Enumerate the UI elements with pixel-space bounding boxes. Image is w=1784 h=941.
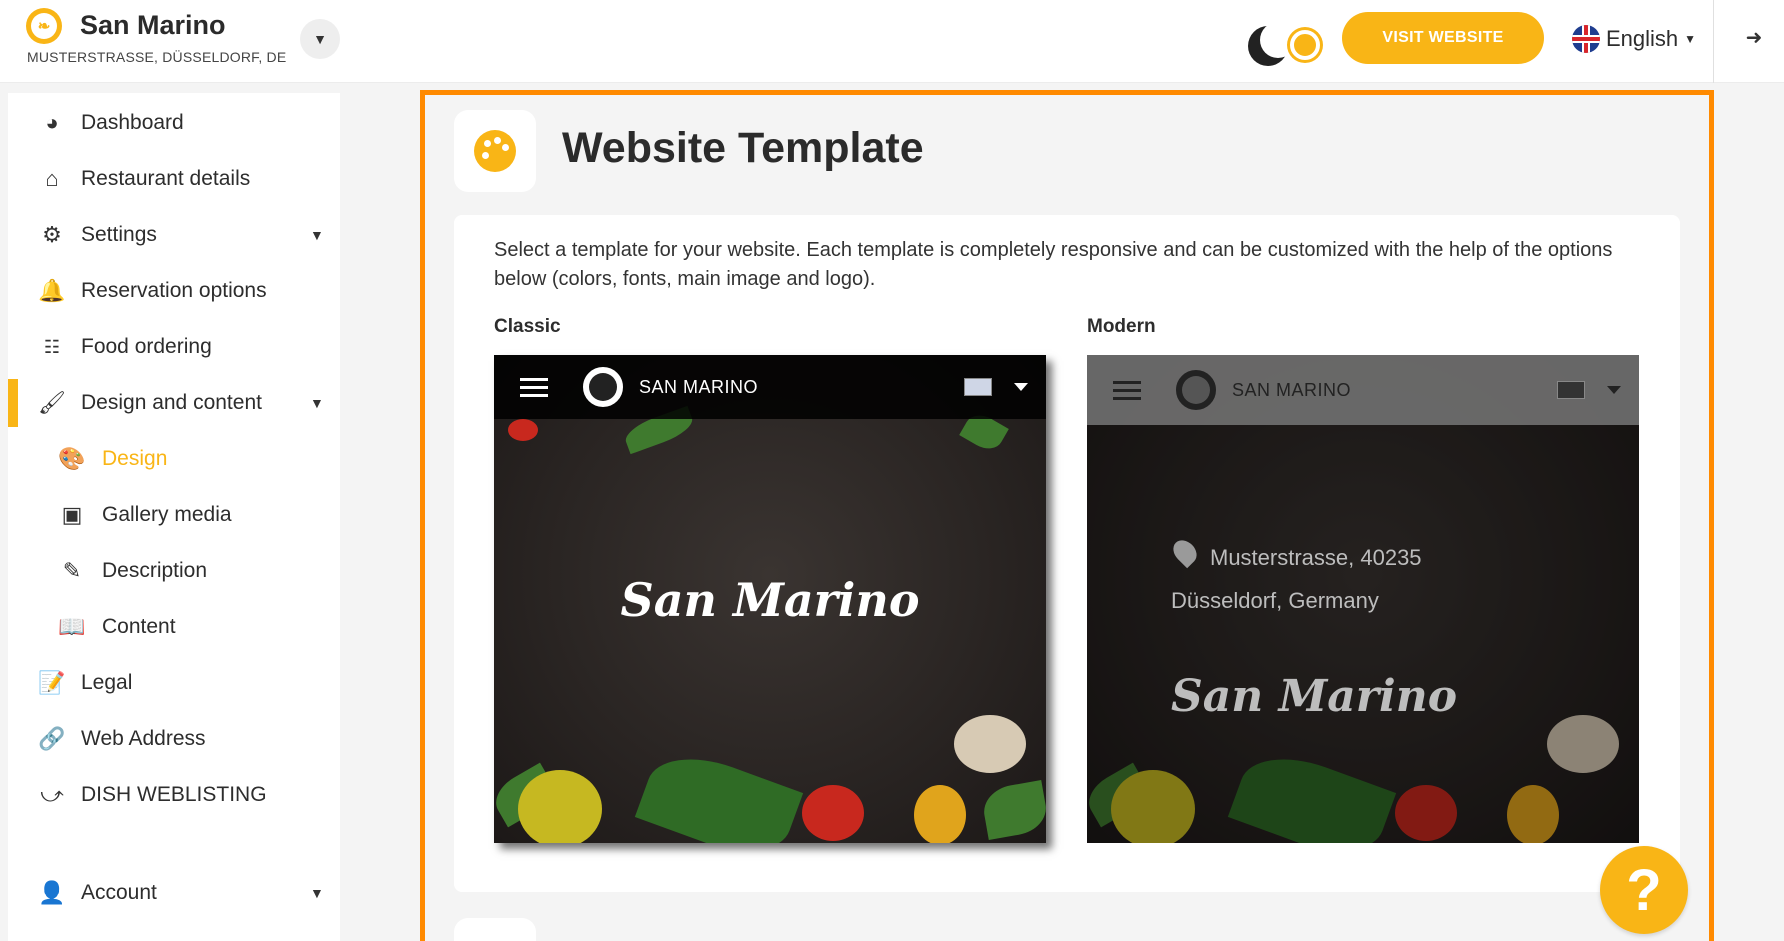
sidebar-item-label: Description (102, 559, 208, 582)
sidebar-item-reservation-options[interactable]: 🔔 Reservation options (8, 267, 340, 315)
sidebar-item-description[interactable]: ✎ Description (8, 547, 340, 595)
uk-flag-icon (964, 378, 992, 396)
sidebar-item-label: Legal (81, 671, 133, 694)
speedometer-icon: ◕ (45, 110, 59, 135)
restaurant-address: MUSTERSTRASSE, DÜSSELDORF, DE (27, 49, 287, 65)
hamburger-icon (1113, 376, 1141, 405)
sidebar-item-gallery-media[interactable]: ▣ Gallery media (8, 491, 340, 539)
moon-icon (1248, 22, 1296, 66)
logout-button[interactable]: ➜ (1734, 22, 1774, 52)
chevron-down-icon: ▼ (310, 885, 324, 901)
sidebar-item-design[interactable]: 🎨 Design (8, 435, 340, 483)
user-icon: 👤 (38, 880, 66, 905)
link-icon: 🔗 (38, 726, 66, 751)
top-bar: ❧ San Marino MUSTERSTRASSE, DÜSSELDORF, … (0, 0, 1784, 83)
restaurant-switcher-button[interactable]: ▼ (300, 19, 340, 59)
restaurant-logo-icon (1176, 370, 1216, 410)
template-label-classic: Classic (494, 316, 561, 337)
template-preview-modern[interactable]: SAN MARINO Musterstrasse, 40235 Düsseldo… (1087, 355, 1639, 843)
chevron-down-icon: ▼ (1684, 32, 1697, 46)
pepper (518, 770, 602, 843)
language-selector[interactable]: English ▼ (1572, 24, 1696, 54)
brush-icon: 🖌 (38, 390, 66, 415)
sidebar-item-dashboard[interactable]: ◕ Dashboard (8, 99, 340, 147)
preview-address-line2: Düsseldorf, Germany (1171, 588, 1379, 613)
caret-down-icon (1014, 383, 1028, 391)
preview-navbar: SAN MARINO (1087, 355, 1639, 425)
preview-hero-title: San Marino (620, 573, 920, 627)
sidebar: ◕ Dashboard ⌂ Restaurant details ⚙ Setti… (8, 93, 340, 941)
sidebar-item-food-ordering[interactable]: ☷ Food ordering (8, 323, 340, 371)
sidebar-item-label: Account (81, 881, 157, 904)
next-section-icon (454, 918, 536, 941)
sidebar-item-restaurant-details[interactable]: ⌂ Restaurant details (8, 155, 340, 203)
template-label-modern: Modern (1087, 316, 1156, 337)
preview-brand: SAN MARINO (639, 376, 759, 397)
bell-icon: 🔔 (38, 278, 66, 303)
uk-flag-icon (1557, 381, 1585, 399)
sidebar-item-dish-weblisting[interactable]: ⤻ DISH WEBLISTING (8, 771, 340, 819)
caret-down-icon (1607, 386, 1621, 394)
preview-brand: SAN MARINO (1232, 379, 1352, 400)
sidebar-item-label: Reservation options (81, 279, 267, 302)
section-icon (454, 110, 536, 192)
preview-dim-overlay (1087, 425, 1639, 843)
document-edit-icon: 📝 (38, 670, 66, 695)
mushroom (954, 715, 1026, 773)
sidebar-item-label: Dashboard (81, 111, 184, 134)
restaurant-name: San Marino (80, 10, 226, 40)
help-button[interactable]: ? (1600, 846, 1688, 934)
page-title: Website Template (562, 124, 924, 172)
restaurant-logo-icon: ❧ (26, 8, 62, 44)
sidebar-item-design-and-content[interactable]: 🖌 Design and content ▼ (8, 379, 340, 427)
palette-icon: 🎨 (58, 446, 86, 471)
intro-text: Select a template for your website. Each… (494, 239, 1613, 290)
food-ordering-icon: ☷ (43, 336, 61, 357)
sidebar-item-label: Design and content (81, 391, 262, 414)
sun-icon (1290, 30, 1320, 60)
pen-icon: ✎ (62, 558, 82, 583)
preview-address-line1: Musterstrasse, 40235 (1210, 545, 1422, 570)
sidebar-item-content[interactable]: 📖 Content (8, 603, 340, 651)
visit-website-button[interactable]: VISIT WEBSITE (1342, 12, 1544, 64)
tomato (508, 419, 538, 441)
sidebar-item-web-address[interactable]: 🔗 Web Address (8, 715, 340, 763)
preview-navbar: SAN MARINO (494, 355, 1046, 419)
sidebar-item-account[interactable]: 👤 Account ▼ (8, 869, 340, 917)
sidebar-item-label: Design (102, 447, 168, 470)
uk-flag-icon (1572, 25, 1600, 53)
preview-hero-title: San Marino (1171, 671, 1458, 722)
hamburger-icon (520, 373, 548, 402)
sidebar-item-label: Settings (81, 223, 157, 246)
pepper (914, 785, 966, 843)
restaurant-logo-icon (583, 367, 623, 407)
sidebar-item-legal[interactable]: 📝 Legal (8, 659, 340, 707)
chevron-down-icon: ▼ (313, 31, 327, 47)
logout-icon: ➜ (1745, 26, 1763, 49)
divider (1713, 0, 1714, 83)
language-label: English (1606, 26, 1679, 51)
chevron-down-icon: ▼ (310, 395, 324, 411)
book-icon: 📖 (58, 614, 86, 639)
theme-toggle[interactable] (1248, 22, 1328, 68)
sidebar-item-label: Content (102, 615, 176, 638)
tomato (802, 785, 864, 841)
sidebar-item-label: Gallery media (102, 503, 232, 526)
sidebar-item-settings[interactable]: ⚙ Settings ▼ (8, 211, 340, 259)
gear-icon: ⚙ (42, 222, 62, 247)
images-icon: ▣ (61, 502, 83, 527)
palette-icon (474, 130, 516, 172)
sidebar-item-label: Food ordering (81, 335, 212, 358)
share-icon: ⤻ (40, 782, 64, 807)
template-preview-classic[interactable]: SAN MARINO San Marino (494, 355, 1046, 843)
sidebar-item-label: Restaurant details (81, 167, 251, 190)
home-icon: ⌂ (45, 166, 59, 191)
sidebar-item-label: DISH WEBLISTING (81, 783, 267, 806)
sidebar-item-label: Web Address (81, 727, 206, 750)
chevron-down-icon: ▼ (310, 227, 324, 243)
